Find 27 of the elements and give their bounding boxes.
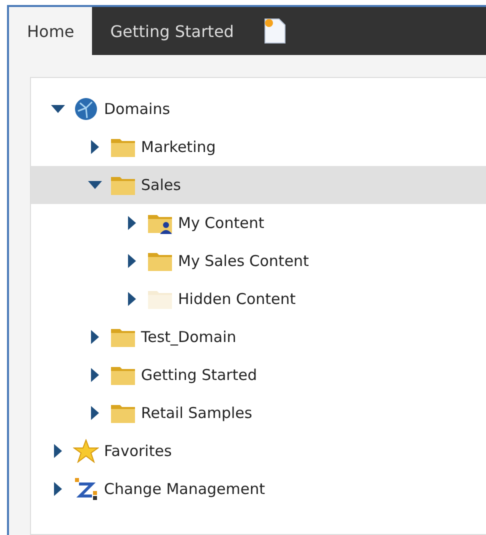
tree-label: Test_Domain xyxy=(141,328,236,346)
tree-label: Getting Started xyxy=(141,366,257,384)
tree-item[interactable]: Domains xyxy=(31,90,486,128)
change-icon xyxy=(73,477,99,501)
new-tab-icon[interactable] xyxy=(264,18,286,44)
tree-label: Marketing xyxy=(141,138,216,156)
tree-item[interactable]: My Sales Content xyxy=(31,242,486,280)
tree-item[interactable]: Test_Domain xyxy=(31,318,486,356)
globe-icon xyxy=(73,97,99,121)
tree-label: My Sales Content xyxy=(178,252,309,270)
tree-label: Domains xyxy=(104,100,170,118)
tree-label: Sales xyxy=(141,176,181,194)
tree-item[interactable]: Favorites xyxy=(31,432,486,470)
tree-item[interactable]: Marketing xyxy=(31,128,486,166)
tree-item[interactable]: Retail Samples xyxy=(31,394,486,432)
tree-item[interactable]: Change Management xyxy=(31,470,486,508)
tree-label: Favorites xyxy=(104,442,172,460)
tree-item[interactable]: Sales xyxy=(31,166,486,204)
tree-item[interactable]: My Content xyxy=(31,204,486,242)
tree-label: Hidden Content xyxy=(178,290,296,308)
tree-item[interactable]: Getting Started xyxy=(31,356,486,394)
tab[interactable]: Home xyxy=(9,7,92,55)
star-icon xyxy=(73,439,99,463)
tree-label: My Content xyxy=(178,214,264,232)
tree-label: Retail Samples xyxy=(141,404,252,422)
tree-label: Change Management xyxy=(104,480,266,498)
tree-item[interactable]: Hidden Content xyxy=(31,280,486,318)
